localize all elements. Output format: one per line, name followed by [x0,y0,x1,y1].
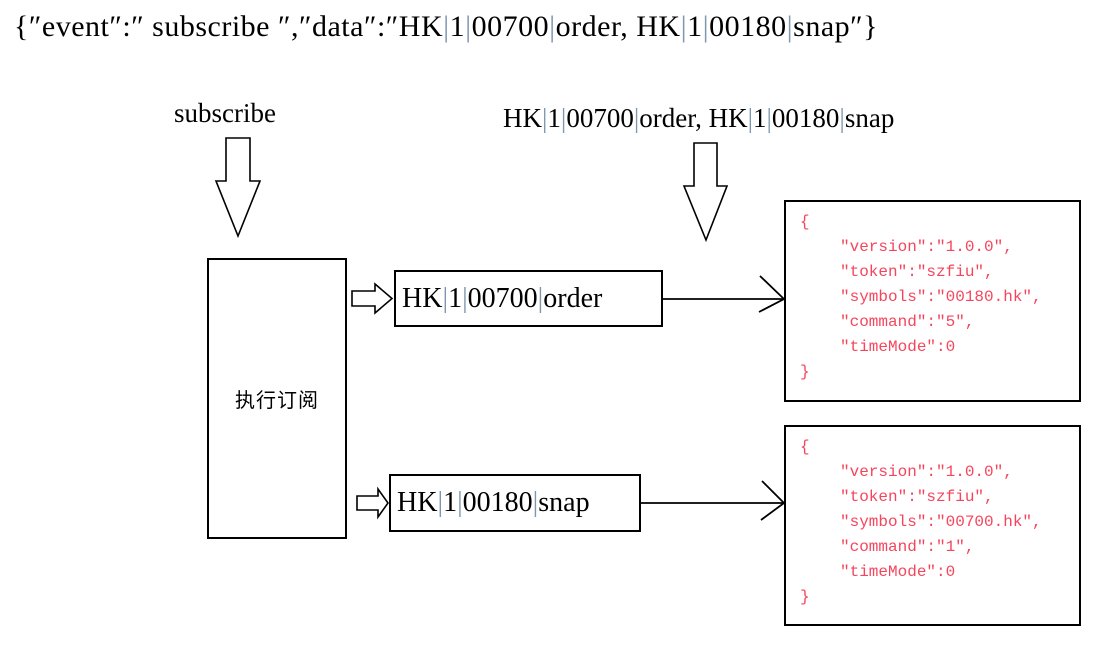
process-box[interactable]: 执行订阅 [207,258,347,539]
top-message-segment-1: 1 [449,10,466,43]
topic-order-segment-2: 00700 [467,282,538,314]
payload-1-close-brace: } [800,363,810,381]
payload-box-order: { ″version″:″1.0.0″, ″token″:″szfiu″, ″s… [784,200,1081,402]
payload-2-line-timemode: ″timeMode″:0 [840,563,956,581]
data-annotation-segment-5: 00180 [771,103,840,133]
payload-1-line-timemode: ″timeMode″:0 [840,338,956,356]
right-arrow-to-snap-icon [356,486,389,520]
topic-order-segment-3: order [543,282,603,314]
payload-1-line-symbols: ″symbols″:″00180.hk″, [840,288,1042,306]
payload-2-close-brace: } [800,588,810,606]
topic-snap-segment-1: 1 [443,487,458,518]
event-annotation-label: subscribe [174,98,276,128]
data-annotation-segment-1: 1 [547,103,561,133]
top-message-suffix: ″} [850,10,879,43]
topic-order-segment-0: HK [402,282,443,314]
payload-2-open-brace: { [800,438,810,456]
topic-snap-segment-3: snap [538,487,590,518]
diagram-canvas: {″event″:″ subscribe ″,″data″:″ HK|1|0070… [0,0,1097,667]
down-arrow-data-icon [682,142,729,243]
top-message-segment-2: 00700 [471,10,550,43]
data-annotation-segment-0: HK [503,103,542,133]
topic-snap-segment-2: 00180 [462,487,533,518]
data-annotation-segment-2: 00700 [566,103,634,133]
payload-1-line-token: ″token″:″szfiu″, [840,263,994,281]
payload-2-line-symbols: ″symbols″:″00700.hk″, [840,513,1042,531]
data-annotation-label: HK|1|00700|order, HK|1|00180|snap [503,101,894,135]
payload-2-line-token: ″token″:″szfiu″, [840,488,994,506]
top-message-segment-6: snap [793,10,851,43]
data-annotation-segment-3: order, HK [639,103,748,133]
down-arrow-subscribe-icon [214,137,262,239]
topic-box-order[interactable]: HK | 1 | 00700 | order [394,270,663,327]
topic-order-segment-1: 1 [448,282,463,314]
payload-1-open-brace: { [800,213,810,231]
topic-box-snap[interactable]: HK | 1 | 00180 | snap [389,474,641,532]
top-message-segment-5: 00180 [709,10,787,43]
top-message-prefix: {″event″:″ subscribe ″,″data″:″ [14,10,399,43]
payload-2-line-version: ″version″:″1.0.0″, [840,463,1013,481]
data-annotation-segment-4: 1 [753,103,767,133]
top-message-segment-4: 1 [687,10,703,43]
top-message-segment-3: order, HK [555,10,681,43]
topic-snap-segment-0: HK [397,487,438,518]
payload-2-line-command: ″command″:″1″, [840,538,975,556]
top-message-segment-0: HK [398,10,444,43]
payload-1-line-command: ″command″:″5″, [840,313,975,331]
right-arrow-to-order-icon [351,282,394,315]
connector-snap-to-payload [641,480,786,521]
connector-order-to-payload [663,275,786,313]
payload-1-line-version: ″version″:″1.0.0″, [840,238,1013,256]
top-message-text: {″event″:″ subscribe ″,″data″:″HK|1|0070… [14,8,878,46]
process-box-label: 执行订阅 [235,388,319,412]
data-annotation-segment-6: snap [844,103,895,133]
payload-box-snap: { ″version″:″1.0.0″, ″token″:″szfiu″, ″s… [784,425,1081,626]
